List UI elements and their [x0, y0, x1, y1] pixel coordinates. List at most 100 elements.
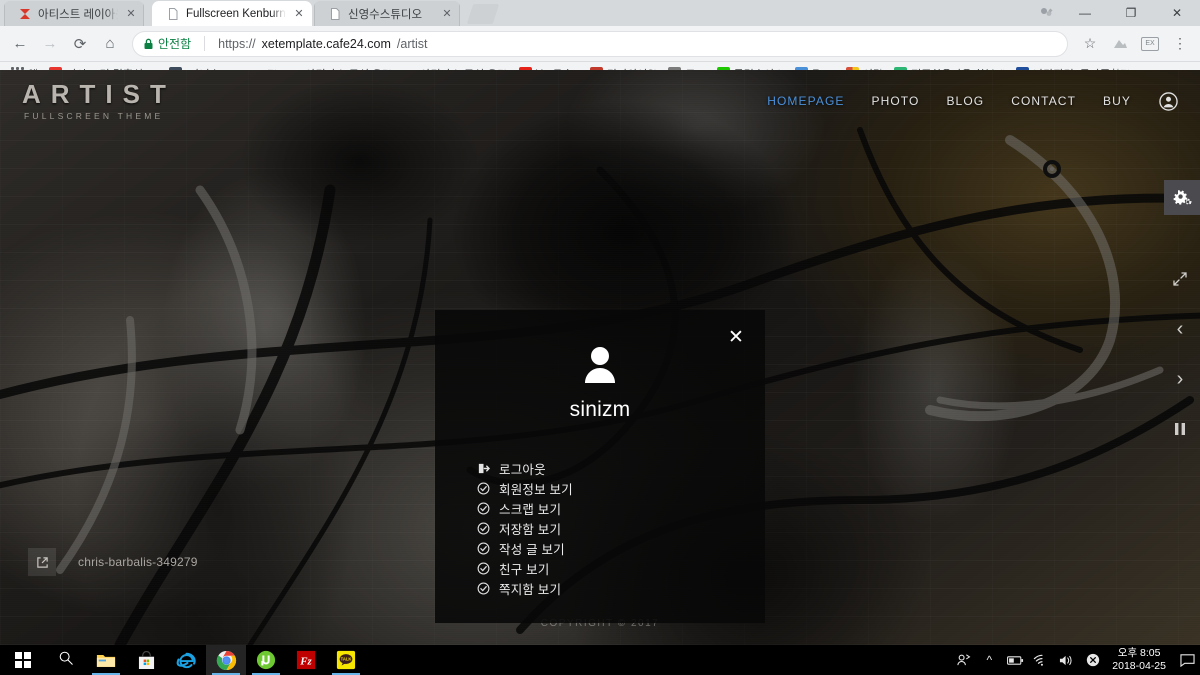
taskbar-search[interactable] — [46, 645, 86, 675]
menu-item-label: 작성 글 보기 — [499, 542, 565, 557]
menu-item-label: 회원정보 보기 — [499, 482, 573, 497]
menu-item-label: 쪽지함 보기 — [499, 582, 562, 597]
member-menu-list: 로그아웃 회원정보 보기 스크랩 보기 저장함 보기 작성 글 보기 친구 보기… — [435, 458, 765, 598]
check-circle-icon — [477, 582, 490, 595]
browser-toolbar: ← → ⟳ ⌂ 안전함 https:// xetemplate.cafe24.co… — [0, 26, 1200, 62]
screen: 아티스트 레이아웃 - 홈 ✕ Fullscreen Kenburns - X … — [0, 0, 1200, 675]
page-icon — [328, 7, 342, 21]
close-window-button[interactable]: ✕ — [1154, 0, 1200, 26]
extension-ex-icon[interactable]: EX — [1136, 30, 1164, 58]
extension-icon[interactable] — [1106, 30, 1134, 58]
menu-item-scrap[interactable]: 스크랩 보기 — [477, 498, 765, 518]
nav-item-photo[interactable]: PHOTO — [872, 94, 920, 108]
close-icon[interactable]: ✕ — [292, 7, 306, 21]
nav-item-homepage[interactable]: HOMEPAGE — [767, 94, 844, 108]
address-bar[interactable]: 안전함 https:// xetemplate.cafe24.com/artist — [132, 30, 1068, 57]
webpage-viewport: ARTIST FULLSCREEN THEME HOMEPAGE PHOTO B… — [0, 70, 1200, 645]
filezilla-icon: Fz — [296, 650, 316, 670]
start-button[interactable] — [0, 645, 46, 675]
wifi-icon[interactable] — [1028, 645, 1054, 675]
back-button[interactable]: ← — [6, 30, 34, 58]
minimize-button[interactable]: — — [1062, 0, 1108, 26]
pause-icon[interactable] — [1165, 416, 1195, 442]
menu-item-profile[interactable]: 회원정보 보기 — [477, 478, 765, 498]
window-extension-icon[interactable] — [1032, 0, 1062, 26]
taskbar-file-explorer[interactable] — [86, 645, 126, 675]
taskbar-clock[interactable]: 오후 8:05 2018-04-25 — [1106, 647, 1176, 673]
next-slide-icon[interactable]: › — [1165, 366, 1195, 392]
menu-item-label: 저장함 보기 — [499, 522, 562, 537]
internet-explorer-icon — [176, 652, 196, 668]
photo-credit-text: chris-barbalis-349279 — [78, 555, 198, 569]
store-icon — [138, 650, 154, 669]
check-circle-icon — [477, 502, 490, 515]
taskbar-kakaotalk[interactable]: TALK — [326, 645, 366, 675]
logo-subtitle: FULLSCREEN THEME — [24, 111, 164, 121]
bookmark-star-icon[interactable]: ☆ — [1076, 30, 1104, 58]
people-icon[interactable] — [950, 645, 976, 675]
system-tray: ^ 오후 8:05 2018-04-25 — [950, 645, 1200, 675]
close-icon[interactable]: ✕ — [723, 324, 749, 350]
search-icon — [58, 650, 74, 671]
menu-item-messages[interactable]: 쪽지함 보기 — [477, 578, 765, 598]
svg-text:TALK: TALK — [341, 657, 352, 662]
menu-item-friends[interactable]: 친구 보기 — [477, 558, 765, 578]
kakaotalk-icon: TALK — [336, 650, 356, 670]
taskbar-internet-explorer[interactable] — [166, 645, 206, 675]
tab-strip: 아티스트 레이아웃 - 홈 ✕ Fullscreen Kenburns - X … — [0, 0, 1200, 26]
forward-button[interactable]: → — [36, 30, 64, 58]
external-link-icon[interactable] — [28, 548, 56, 576]
volume-icon[interactable] — [1054, 645, 1080, 675]
nav-item-blog[interactable]: BLOG — [946, 94, 984, 108]
site-security-indicator[interactable]: 안전함 — [143, 35, 191, 52]
menu-item-posts[interactable]: 작성 글 보기 — [477, 538, 765, 558]
clock-date: 2018-04-25 — [1112, 660, 1166, 672]
check-circle-icon — [477, 562, 490, 575]
notification-icon[interactable] — [1176, 645, 1198, 675]
browser-tab-1[interactable]: 아티스트 레이아웃 - 홈 ✕ — [4, 1, 144, 26]
check-circle-icon — [477, 482, 490, 495]
nav-item-buy[interactable]: BUY — [1103, 94, 1131, 108]
taskbar-filezilla[interactable]: Fz — [286, 645, 326, 675]
close-icon[interactable]: ✕ — [440, 7, 454, 21]
home-button[interactable]: ⌂ — [96, 30, 124, 58]
url-scheme: https:// — [218, 36, 256, 51]
taskbar-utorrent[interactable] — [246, 645, 286, 675]
toolbar-actions: ☆ EX ⋮ — [1076, 30, 1194, 58]
gears-icon[interactable] — [1164, 180, 1200, 215]
show-hidden-icons-chevron[interactable]: ^ — [976, 645, 1002, 675]
error-badge-icon[interactable] — [1080, 645, 1106, 675]
member-menu-modal: ✕ sinizm 로그아웃 회원정보 보기 스크랩 보기 저장함 보기 작성 글… — [435, 310, 765, 623]
tab-title: Fullscreen Kenburns - X — [186, 7, 286, 20]
browser-tab-3[interactable]: 신영수스튜디오 ✕ — [314, 1, 460, 26]
lock-icon — [144, 38, 153, 49]
new-tab-button[interactable] — [466, 4, 500, 24]
taskbar-microsoft-store[interactable] — [126, 645, 166, 675]
menu-item-saved[interactable]: 저장함 보기 — [477, 518, 765, 538]
user-circle-icon[interactable] — [1158, 91, 1178, 111]
menu-item-logout[interactable]: 로그아웃 — [477, 458, 765, 478]
close-icon[interactable]: ✕ — [124, 7, 138, 21]
windows-taskbar: Fz TALK ^ 오후 8:05 2018-04-25 — [0, 645, 1200, 675]
modal-username: sinizm — [569, 398, 631, 421]
chrome-menu-button[interactable]: ⋮ — [1166, 30, 1194, 58]
utorrent-icon — [256, 650, 276, 670]
browser-tab-2[interactable]: Fullscreen Kenburns - X ✕ — [152, 1, 312, 26]
battery-icon[interactable] — [1002, 645, 1028, 675]
folder-icon — [96, 654, 116, 667]
reload-button[interactable]: ⟳ — [66, 30, 94, 58]
window-controls: — ❐ ✕ — [1032, 0, 1200, 26]
site-logo[interactable]: ARTIST FULLSCREEN THEME — [22, 81, 176, 121]
url-path: /artist — [396, 36, 428, 51]
taskbar-google-chrome[interactable] — [206, 645, 246, 675]
nav-item-contact[interactable]: CONTACT — [1011, 94, 1076, 108]
clock-time: 오후 8:05 — [1117, 647, 1161, 659]
url-host: xetemplate.cafe24.com — [261, 36, 391, 51]
security-label: 안전함 — [158, 37, 192, 51]
maximize-button[interactable]: ❐ — [1108, 0, 1154, 26]
check-circle-icon — [477, 522, 490, 535]
expand-icon[interactable] — [1165, 266, 1195, 292]
prev-slide-icon[interactable]: ‹ — [1165, 316, 1195, 342]
modal-user-block: sinizm — [435, 310, 765, 422]
main-navigation: HOMEPAGE PHOTO BLOG CONTACT BUY — [767, 91, 1178, 111]
